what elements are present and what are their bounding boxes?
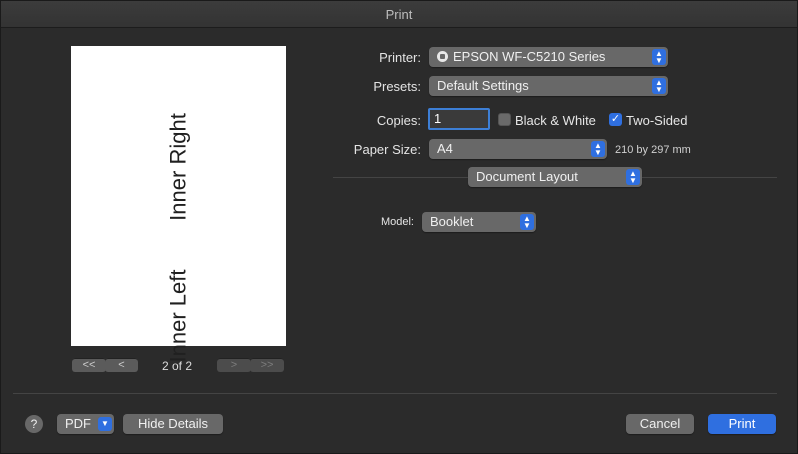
paper-size-popup[interactable]: A4 ▲ ▼ [429, 139, 607, 159]
chevron-up-down-icon: ▲ ▼ [626, 169, 640, 185]
last-page-button[interactable]: >> [250, 358, 284, 372]
paper-size-label: Paper Size: [353, 142, 421, 157]
section-value: Document Layout [476, 169, 578, 184]
page-indicator: 2 of 2 [161, 359, 193, 373]
hide-details-button[interactable]: Hide Details [123, 414, 223, 434]
model-popup[interactable]: Booklet ▲ ▼ [422, 212, 536, 232]
cancel-button[interactable]: Cancel [626, 414, 694, 434]
two-sided-checkbox[interactable]: ✓ [609, 113, 622, 126]
model-label: Model: [380, 216, 414, 228]
footer-divider [13, 393, 777, 394]
presets-value: Default Settings [437, 78, 529, 93]
help-button[interactable]: ? [25, 415, 43, 433]
next-page-button[interactable]: > [217, 358, 251, 372]
presets-label: Presets: [373, 79, 421, 94]
paper-size-dimensions: 210 by 297 mm [615, 144, 691, 156]
page-preview: Inner Right Inner Left [71, 46, 286, 362]
pdf-label: PDF [65, 416, 91, 431]
printer-popup[interactable]: EPSON WF-C5210 Series ▲ ▼ [429, 47, 668, 67]
model-value: Booklet [430, 214, 474, 229]
printer-value: EPSON WF-C5210 Series [453, 49, 606, 64]
window-title: Print [1, 1, 797, 28]
chevron-up-down-icon: ▲ ▼ [652, 78, 666, 94]
presets-popup[interactable]: Default Settings ▲ ▼ [429, 76, 668, 96]
black-white-label[interactable]: Black & White [515, 113, 596, 128]
chevron-down-icon[interactable]: ▼ [98, 417, 112, 431]
two-sided-label[interactable]: Two-Sided [626, 113, 687, 128]
previous-page-button[interactable]: < [105, 358, 138, 372]
chevron-up-down-icon: ▲ ▼ [591, 141, 605, 157]
copies-label: Copies: [376, 113, 421, 128]
print-dialog: Print Inner Right Inner Left << < 2 of 2… [0, 0, 798, 454]
copies-field[interactable]: 1 [428, 108, 490, 130]
print-button[interactable]: Print [708, 414, 776, 434]
black-white-checkbox[interactable] [498, 113, 511, 126]
first-page-button[interactable]: << [72, 358, 106, 372]
chevron-up-down-icon: ▲ ▼ [520, 214, 534, 230]
printer-label: Printer: [379, 50, 421, 65]
preview-inner-left-label: Inner Left [165, 269, 191, 363]
checkmark-icon: ✓ [610, 113, 621, 125]
section-popup[interactable]: Document Layout ▲ ▼ [468, 167, 642, 187]
paper-size-value: A4 [437, 141, 453, 156]
printer-icon [437, 51, 448, 62]
chevron-up-down-icon: ▲ ▼ [652, 49, 666, 65]
